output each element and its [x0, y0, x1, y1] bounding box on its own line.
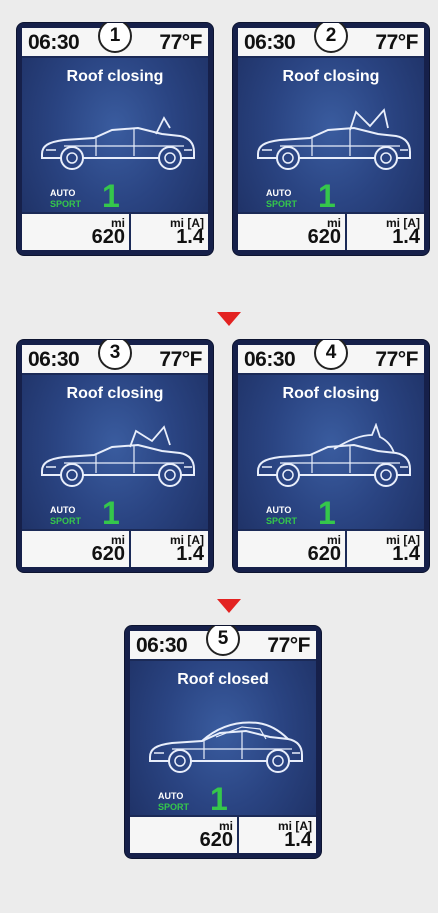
outside-temperature: 77°F [375, 31, 418, 54]
mode-auto: AUTO [50, 188, 76, 198]
down-arrow-icon [217, 599, 241, 613]
screen: 06:30 77°F Roof closing AUTO SPORT 1 mi … [238, 28, 424, 250]
bottom-bar: mi 620 mi [A] 1.4 [22, 212, 208, 250]
odometer-value: 620 [199, 829, 233, 851]
trip-value: 1.4 [392, 226, 420, 248]
gear-mode: AUTO SPORT [266, 505, 297, 527]
trip-cell: mi [A] 1.4 [239, 817, 316, 853]
trip-cell: mi [A] 1.4 [131, 531, 208, 567]
roof-status: Roof closed [177, 671, 269, 688]
clock-time: 06:30 [28, 348, 80, 371]
mode-auto: AUTO [50, 505, 76, 515]
display-panel-step-4: 06:30 77°F Roof closing AUTO SPORT 1 mi … [233, 340, 429, 572]
gear-mode: AUTO SPORT [158, 791, 189, 813]
gear-mode: AUTO SPORT [50, 188, 81, 210]
display-panel-step-3: 06:30 77°F Roof closing AUTO SPORT 1 mi … [17, 340, 213, 572]
trip-cell: mi [A] 1.4 [347, 214, 424, 250]
outside-temperature: 77°F [159, 31, 202, 54]
mode-auto: AUTO [266, 188, 292, 198]
odometer-cell: mi 620 [238, 214, 347, 250]
convertible-car-icon [149, 721, 303, 773]
odometer-value: 620 [307, 543, 341, 565]
bottom-bar: mi 620 mi [A] 1.4 [238, 529, 424, 567]
trip-value: 1.4 [284, 829, 312, 851]
odometer-cell: mi 620 [22, 214, 131, 250]
trip-value: 1.4 [176, 226, 204, 248]
display-panel-step-2: 06:30 77°F Roof closing AUTO SPORT 1 mi … [233, 23, 429, 255]
odometer-cell: mi 620 [238, 531, 347, 567]
gear-mode: AUTO SPORT [50, 505, 81, 527]
gear-number: 1 [102, 495, 120, 531]
odometer-cell: mi 620 [130, 817, 239, 853]
bottom-bar: mi 620 mi [A] 1.4 [238, 212, 424, 250]
gear-number: 1 [318, 178, 336, 214]
roof-status: Roof closing [282, 68, 380, 85]
gear-mode: AUTO SPORT [266, 188, 297, 210]
clock-time: 06:30 [136, 634, 188, 657]
gear-number: 1 [210, 781, 228, 817]
mode-sport: SPORT [50, 199, 82, 209]
mode-sport: SPORT [158, 802, 190, 812]
convertible-car-icon [257, 108, 411, 170]
display-panel-step-5: 06:30 77°F Roof closed AUTO SPORT 1 mi 6… [125, 626, 321, 858]
bottom-bar: mi 620 mi [A] 1.4 [130, 815, 316, 853]
convertible-car-icon [41, 425, 195, 487]
mode-auto: AUTO [266, 505, 292, 515]
mode-sport: SPORT [50, 516, 82, 526]
outside-temperature: 77°F [375, 348, 418, 371]
trip-cell: mi [A] 1.4 [131, 214, 208, 250]
clock-time: 06:30 [28, 31, 80, 54]
outside-temperature: 77°F [159, 348, 202, 371]
mode-sport: SPORT [266, 199, 298, 209]
screen: 06:30 77°F Roof closed AUTO SPORT 1 mi 6… [130, 631, 316, 853]
mode-sport: SPORT [266, 516, 298, 526]
convertible-car-icon [257, 423, 411, 487]
display-panel-step-1: 06:30 77°F Roof closing AUTO SPORT 1 mi … [17, 23, 213, 255]
screen: 06:30 77°F Roof closing AUTO SPORT 1 mi … [22, 28, 208, 250]
trip-value: 1.4 [392, 543, 420, 565]
roof-status: Roof closing [282, 385, 380, 402]
convertible-car-icon [41, 116, 195, 170]
clock-time: 06:30 [244, 31, 296, 54]
roof-status: Roof closing [66, 385, 164, 402]
gear-number: 1 [318, 495, 336, 531]
roof-status: Roof closing [66, 68, 164, 85]
odometer-value: 620 [307, 226, 341, 248]
clock-time: 06:30 [244, 348, 296, 371]
screen: 06:30 77°F Roof closing AUTO SPORT 1 mi … [22, 345, 208, 567]
odometer-cell: mi 620 [22, 531, 131, 567]
odometer-value: 620 [91, 226, 125, 248]
bottom-bar: mi 620 mi [A] 1.4 [22, 529, 208, 567]
gear-number: 1 [102, 178, 120, 214]
odometer-value: 620 [91, 543, 125, 565]
screen: 06:30 77°F Roof closing AUTO SPORT 1 mi … [238, 345, 424, 567]
outside-temperature: 77°F [267, 634, 310, 657]
trip-cell: mi [A] 1.4 [347, 531, 424, 567]
trip-value: 1.4 [176, 543, 204, 565]
mode-auto: AUTO [158, 791, 184, 801]
down-arrow-icon [217, 312, 241, 326]
